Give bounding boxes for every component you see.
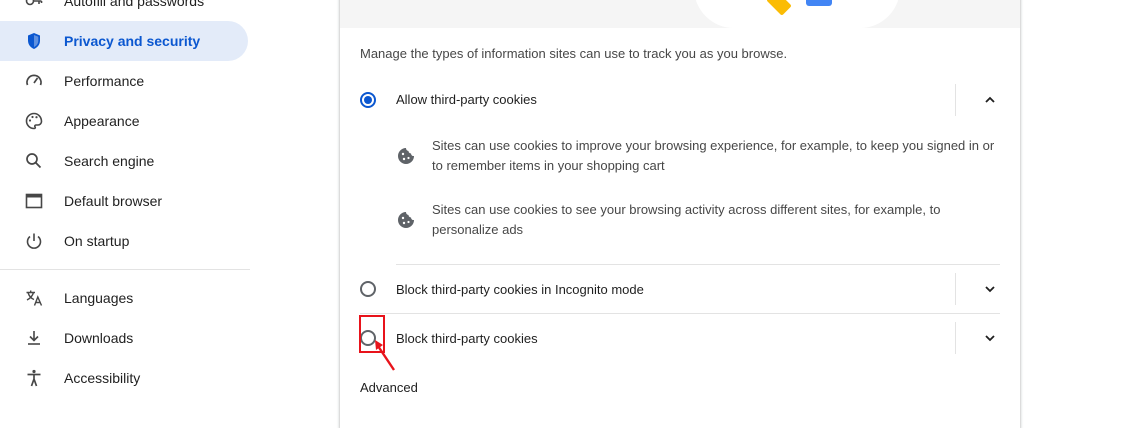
sidebar-item-default-browser[interactable]: Default browser: [0, 181, 248, 221]
option-separator: [955, 273, 956, 305]
cookie-icon: [396, 210, 416, 230]
option-label-block-all: Block third-party cookies: [396, 331, 538, 346]
sidebar-item-label: Performance: [64, 73, 145, 89]
sidebar-item-label: Downloads: [64, 330, 134, 346]
cookie-icon: [396, 146, 416, 166]
sidebar-item-label: Languages: [64, 290, 134, 306]
sidebar-item-label: Privacy and security: [64, 33, 201, 49]
sidebar-item-autofill[interactable]: Autofill and passwords: [0, 0, 248, 21]
sidebar-item-label: Default browser: [64, 193, 163, 209]
sidebar-item-search-engine[interactable]: Search engine: [0, 141, 248, 181]
download-icon: [24, 328, 44, 348]
sidebar-item-label: Search engine: [64, 153, 155, 169]
sidebar-divider: [0, 269, 250, 270]
advanced-heading: Advanced: [360, 380, 418, 395]
accessibility-icon: [24, 368, 44, 388]
illustration-blue-shape: [806, 0, 832, 6]
detail-text-allow-1: Sites can use cookies to improve your br…: [432, 138, 995, 173]
collapse-allow-button[interactable]: [978, 88, 1002, 112]
sidebar-item-label: Autofill and passwords: [64, 0, 205, 9]
card-header-banner: [340, 0, 1020, 28]
cookies-description: Manage the types of information sites ca…: [360, 46, 788, 61]
key-icon: [24, 0, 44, 11]
settings-sidebar: Autofill and passwords Privacy and secur…: [0, 0, 262, 408]
option-separator: [955, 84, 956, 116]
option-divider: [360, 313, 1000, 314]
option-divider: [396, 264, 1000, 265]
expand-block-incognito-button[interactable]: [978, 277, 1002, 301]
sidebar-item-on-startup[interactable]: On startup: [0, 221, 248, 261]
search-icon: [24, 151, 44, 171]
option-label-block-incognito: Block third-party cookies in Incognito m…: [396, 282, 644, 297]
sidebar-item-appearance[interactable]: Appearance: [0, 101, 248, 141]
sidebar-item-accessibility[interactable]: Accessibility: [0, 358, 248, 398]
sidebar-item-label: Accessibility: [64, 370, 141, 386]
palette-icon: [24, 111, 44, 131]
expand-block-all-button[interactable]: [978, 326, 1002, 350]
chevron-down-icon: [985, 335, 995, 342]
option-separator: [955, 322, 956, 354]
sidebar-item-label: Appearance: [64, 113, 140, 129]
power-icon: [24, 231, 44, 251]
translate-icon: [24, 288, 44, 308]
annotation-arrow-icon: [375, 340, 395, 371]
radio-allow-third-party-cookies[interactable]: [360, 92, 376, 108]
browser-window-icon: [24, 191, 44, 211]
speedometer-icon: [24, 71, 44, 91]
sidebar-item-performance[interactable]: Performance: [0, 61, 248, 101]
hero-illustration: [694, 0, 900, 28]
chevron-up-icon: [985, 96, 995, 103]
sidebar-item-downloads[interactable]: Downloads: [0, 318, 248, 358]
radio-block-incognito[interactable]: [360, 281, 376, 297]
option-label-allow: Allow third-party cookies: [396, 92, 537, 107]
sidebar-item-privacy[interactable]: Privacy and security: [0, 21, 248, 61]
shield-icon: [24, 31, 44, 51]
detail-text-allow-2: Sites can use cookies to see your browsi…: [432, 202, 941, 237]
chevron-down-icon: [985, 286, 995, 293]
sidebar-item-label: On startup: [64, 233, 130, 249]
sidebar-item-languages[interactable]: Languages: [0, 278, 248, 318]
